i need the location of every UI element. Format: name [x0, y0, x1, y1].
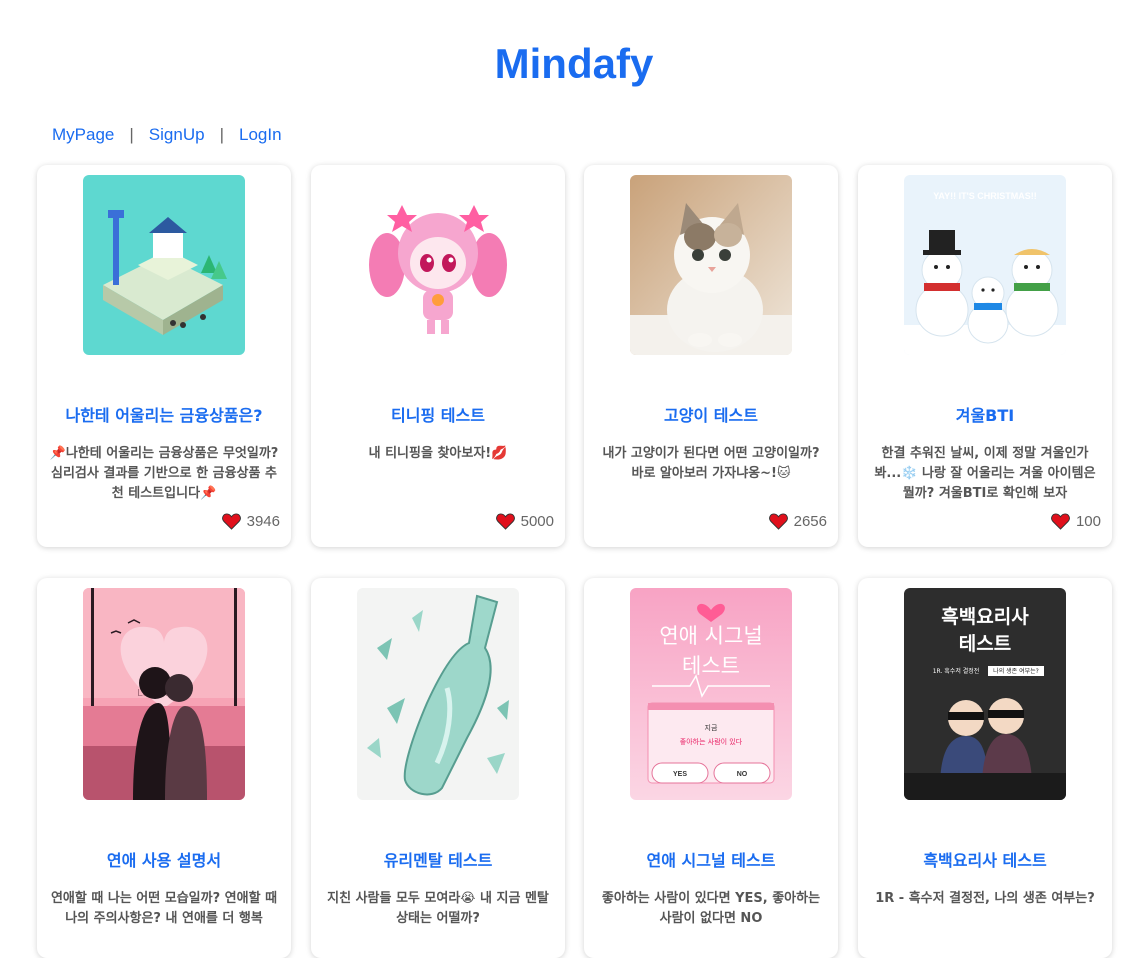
card-title: 고양이 테스트: [664, 406, 758, 425]
card-title: 연애 시그널 테스트: [646, 851, 776, 870]
like-count[interactable]: 100: [1051, 513, 1101, 530]
chef-subtitle-1: 1R. 흑수저 결정전: [933, 667, 980, 675]
nav-mypage-link[interactable]: MyPage: [52, 125, 114, 144]
nav-signup-link[interactable]: SignUp: [149, 125, 205, 144]
black-white-chef-poster: 흑백요리사 테스트 1R. 흑수저 결정전 나의 생존 여부는?: [904, 588, 1066, 800]
like-count-value: 100: [1075, 513, 1101, 530]
card-title: 나한테 어울리는 금융상품은?: [65, 406, 263, 425]
card-description: 📌나한테 어울리는 금융상품은 무엇일까? 심리검사 결과를 기반으로 한 금융…: [49, 446, 279, 501]
test-card-tinyping[interactable]: 티니핑 테스트 내 티니핑을 찾아보자!💋 5000: [311, 165, 565, 547]
heart-icon: [1051, 513, 1070, 530]
cat-photo: [630, 175, 792, 355]
test-card-love-manual[interactable]: LovePik 연애 사용 설명서 연애할 때 나는 어떤 모습일까? 연애할 …: [37, 578, 291, 958]
test-card-love-signal[interactable]: 연애 시그널 테스트 지금 좋아하는 사람이 있다 YES NO 연애 시그널 …: [584, 578, 838, 958]
nav-separator: |: [129, 125, 134, 144]
card-title: 유리멘탈 테스트: [383, 851, 493, 870]
like-count[interactable]: 2656: [768, 513, 827, 530]
card-title: 티니핑 테스트: [391, 406, 485, 425]
like-count[interactable]: 3946: [221, 513, 280, 530]
signal-question-line1: 지금: [705, 723, 718, 732]
finance-isometric-illustration: [83, 175, 245, 355]
signal-title-line2: 테스트: [682, 654, 740, 678]
test-card-cat[interactable]: 고양이 테스트 내가 고양이가 된다면 어떤 고양이일까? 바로 알아보러 가자…: [584, 165, 838, 547]
nav-login-link[interactable]: LogIn: [239, 125, 282, 144]
test-card-winter-bti[interactable]: YAY!! IT'S CHRISTMAS!! 겨울BTI 한결 추워진 날씨, …: [858, 165, 1112, 547]
heart-icon: [221, 513, 241, 530]
card-description: 1R - 흑수저 결정전, 나의 생존 여부는?: [875, 891, 1095, 906]
signal-yes-label: YES: [673, 771, 687, 778]
card-description: 지친 사람들 모두 모여라😭 내 지금 멘탈 상태는 어떨까?: [327, 891, 549, 926]
couple-sunset-illustration: LovePik: [83, 588, 245, 800]
test-card-finance[interactable]: 나한테 어울리는 금융상품은? 📌나한테 어울리는 금융상품은 무엇일까? 심리…: [37, 165, 291, 547]
card-title: 겨울BTI: [955, 406, 1015, 425]
app-title: Mindafy: [494, 40, 654, 87]
like-count-value: 5000: [520, 513, 554, 530]
card-description: 한결 추워진 날씨, 이제 정말 겨울인가봐...❄️ 나랑 잘 어울리는 겨울…: [874, 446, 1096, 501]
card-description: 좋아하는 사람이 있다면 YES, 좋아하는 사람이 없다면 NO: [601, 891, 821, 926]
card-title: 흑백요리사 테스트: [923, 851, 1047, 870]
signal-no-label: NO: [737, 771, 748, 778]
test-card-chef[interactable]: 흑백요리사 테스트 1R. 흑수저 결정전 나의 생존 여부는? 흑백요리사 테…: [858, 578, 1112, 958]
heart-icon: [768, 513, 788, 530]
top-nav: MyPage | SignUp | LogIn: [52, 125, 282, 145]
test-card-glass-mental[interactable]: 유리멘탈 테스트 지친 사람들 모두 모여라😭 내 지금 멘탈 상태는 어떨까?: [311, 578, 565, 958]
like-count[interactable]: 5000: [495, 513, 554, 530]
pink-character-illustration: [357, 175, 519, 355]
signal-question-line2: 좋아하는 사람이 있다: [680, 737, 743, 746]
card-description: 연애할 때 나는 어떤 모습일까? 연애할 때 나의 주의사항은? 내 연애를 …: [50, 891, 278, 926]
signal-title-line1: 연애 시그널: [659, 624, 762, 648]
chef-title-line2: 테스트: [959, 633, 1011, 655]
christmas-text: YAY!! IT'S CHRISTMAS!!: [933, 191, 1036, 201]
chef-title-line1: 흑백요리사: [941, 605, 1029, 628]
card-title: 연애 사용 설명서: [106, 851, 222, 870]
nav-separator: |: [219, 125, 224, 144]
like-count-value: 2656: [793, 513, 827, 530]
broken-glass-bottle: [357, 588, 519, 800]
snowmen-christmas-illustration: YAY!! IT'S CHRISTMAS!!: [904, 175, 1066, 355]
card-description: 내 티니핑을 찾아보자!💋: [368, 446, 508, 461]
chef-subtitle-2: 나의 생존 여부는?: [993, 667, 1039, 675]
like-count-value: 3946: [246, 513, 280, 530]
card-description: 내가 고양이가 된다면 어떤 고양이일까? 바로 알아보러 가자냐옹~!🐱: [602, 446, 820, 481]
love-signal-poster: 연애 시그널 테스트 지금 좋아하는 사람이 있다 YES NO: [630, 588, 792, 800]
heart-icon: [495, 513, 515, 530]
